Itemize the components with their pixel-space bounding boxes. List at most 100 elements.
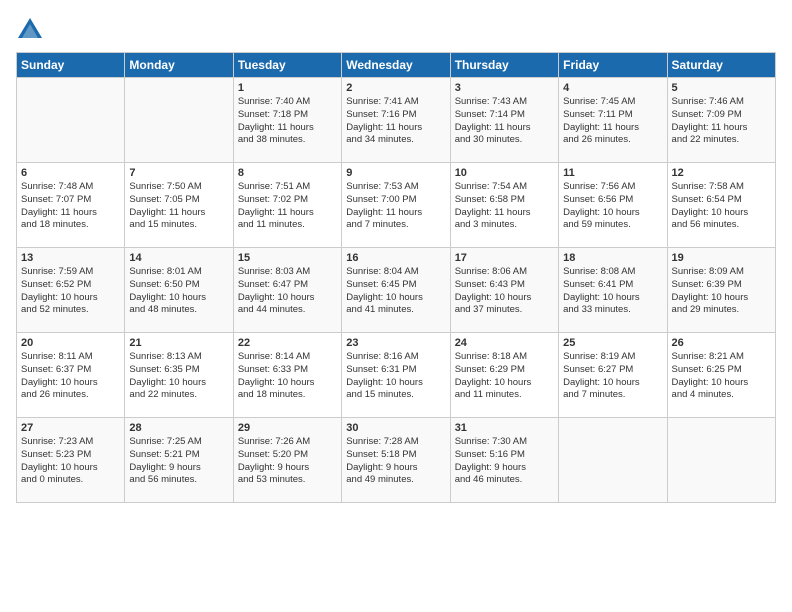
calendar-cell: 3Sunrise: 7:43 AM Sunset: 7:14 PM Daylig… [450,78,558,163]
weekday-header: Thursday [450,53,558,78]
day-info: Sunrise: 7:46 AM Sunset: 7:09 PM Dayligh… [672,96,771,147]
calendar-cell: 25 Sunrise: 8:19 AM Sunset: 6:27 PM Dayli… [559,333,667,418]
calendar-cell: 22Sunrise: 8:14 AM Sunset: 6:33 PM Dayli… [233,333,341,418]
day-number: 30 [346,422,445,434]
weekday-header: Sunday [17,53,125,78]
day-number: 22 [238,337,337,349]
day-number: 26 [672,337,771,349]
calendar-cell [125,78,233,163]
calendar-cell: 14 Sunrise: 8:01 AM Sunset: 6:50 PM Dayli… [125,248,233,333]
day-number: 15 [238,252,337,264]
calendar-week-row: 27 Sunrise: 7:23 AM Sunset: 5:23 PM Dayli… [17,418,776,503]
day-info: Sunrise: 8:08 AM Sunset: 6:41 PM Dayligh… [563,266,662,317]
calendar-cell: 27 Sunrise: 7:23 AM Sunset: 5:23 PM Dayli… [17,418,125,503]
day-number: 27 [21,422,120,434]
calendar-body: 1 Sunrise: 7:40 AM Sunset: 7:18 PM Daylig… [17,78,776,503]
day-number: 8 [238,167,337,179]
day-number: 4 [563,82,662,94]
day-info: Sunrise: 8:21 AM Sunset: 6:25 PM Dayligh… [672,351,771,402]
day-info: Sunrise: 7:51 AM Sunset: 7:02 PM Dayligh… [238,181,337,232]
day-info: Sunrise: 7:40 AM Sunset: 7:18 PM Dayligh… [238,96,337,147]
calendar-cell: 17 Sunrise: 8:06 AM Sunset: 6:43 PM Dayli… [450,248,558,333]
day-info: Sunrise: 7:26 AM Sunset: 5:20 PM Dayligh… [238,436,337,487]
day-info: Sunrise: 7:23 AM Sunset: 5:23 PM Dayligh… [21,436,120,487]
logo [16,16,48,44]
day-number: 29 [238,422,337,434]
calendar-cell: 21Sunrise: 8:13 AM Sunset: 6:35 PM Dayli… [125,333,233,418]
calendar-cell: 28 Sunrise: 7:25 AM Sunset: 5:21 PM Dayli… [125,418,233,503]
day-info: Sunrise: 7:58 AM Sunset: 6:54 PM Dayligh… [672,181,771,232]
day-number: 5 [672,82,771,94]
day-info: Sunrise: 8:03 AM Sunset: 6:47 PM Dayligh… [238,266,337,317]
day-number: 10 [455,167,554,179]
day-number: 20 [21,337,120,349]
calendar-cell: 20 Sunrise: 8:11 AM Sunset: 6:37 PM Dayli… [17,333,125,418]
day-number: 11 [563,167,662,179]
weekday-header: Friday [559,53,667,78]
day-number: 21 [129,337,228,349]
day-info: Sunrise: 7:53 AM Sunset: 7:00 PM Dayligh… [346,181,445,232]
day-info: Sunrise: 8:09 AM Sunset: 6:39 PM Dayligh… [672,266,771,317]
weekday-header: Monday [125,53,233,78]
calendar-week-row: 6 Sunrise: 7:48 AM Sunset: 7:07 PM Daylig… [17,163,776,248]
day-info: Sunrise: 7:43 AM Sunset: 7:14 PM Dayligh… [455,96,554,147]
day-number: 1 [238,82,337,94]
calendar-cell: 6 Sunrise: 7:48 AM Sunset: 7:07 PM Daylig… [17,163,125,248]
day-info: Sunrise: 7:25 AM Sunset: 5:21 PM Dayligh… [129,436,228,487]
day-number: 23 [346,337,445,349]
day-info: Sunrise: 8:19 AM Sunset: 6:27 PM Dayligh… [563,351,662,402]
day-info: Sunrise: 8:16 AM Sunset: 6:31 PM Dayligh… [346,351,445,402]
day-info: Sunrise: 8:18 AM Sunset: 6:29 PM Dayligh… [455,351,554,402]
calendar-cell: 8 Sunrise: 7:51 AM Sunset: 7:02 PM Daylig… [233,163,341,248]
calendar-cell: 10 Sunrise: 7:54 AM Sunset: 6:58 PM Dayli… [450,163,558,248]
calendar-cell: 26 Sunrise: 8:21 AM Sunset: 6:25 PM Dayli… [667,333,775,418]
calendar-cell: 4Sunrise: 7:45 AM Sunset: 7:11 PM Daylig… [559,78,667,163]
page-header [16,16,776,44]
day-number: 12 [672,167,771,179]
day-number: 13 [21,252,120,264]
day-number: 9 [346,167,445,179]
day-info: Sunrise: 8:01 AM Sunset: 6:50 PM Dayligh… [129,266,228,317]
calendar-cell: 19Sunrise: 8:09 AM Sunset: 6:39 PM Dayli… [667,248,775,333]
calendar-cell: 5 Sunrise: 7:46 AM Sunset: 7:09 PM Daylig… [667,78,775,163]
weekday-row: SundayMondayTuesdayWednesdayThursdayFrid… [17,53,776,78]
day-number: 31 [455,422,554,434]
day-number: 28 [129,422,228,434]
day-number: 6 [21,167,120,179]
calendar-cell: 23 Sunrise: 8:16 AM Sunset: 6:31 PM Dayli… [342,333,450,418]
weekday-header: Wednesday [342,53,450,78]
calendar-cell: 13 Sunrise: 7:59 AM Sunset: 6:52 PM Dayli… [17,248,125,333]
calendar-cell: 30Sunrise: 7:28 AM Sunset: 5:18 PM Dayli… [342,418,450,503]
day-info: Sunrise: 7:48 AM Sunset: 7:07 PM Dayligh… [21,181,120,232]
day-number: 25 [563,337,662,349]
day-info: Sunrise: 7:30 AM Sunset: 5:16 PM Dayligh… [455,436,554,487]
day-info: Sunrise: 8:06 AM Sunset: 6:43 PM Dayligh… [455,266,554,317]
day-info: Sunrise: 7:50 AM Sunset: 7:05 PM Dayligh… [129,181,228,232]
day-number: 16 [346,252,445,264]
day-info: Sunrise: 7:41 AM Sunset: 7:16 PM Dayligh… [346,96,445,147]
logo-icon [16,16,44,44]
calendar-cell: 15 Sunrise: 8:03 AM Sunset: 6:47 PM Dayli… [233,248,341,333]
calendar-cell: 29 Sunrise: 7:26 AM Sunset: 5:20 PM Dayli… [233,418,341,503]
calendar-header: SundayMondayTuesdayWednesdayThursdayFrid… [17,53,776,78]
day-info: Sunrise: 8:11 AM Sunset: 6:37 PM Dayligh… [21,351,120,402]
day-number: 7 [129,167,228,179]
day-info: Sunrise: 8:04 AM Sunset: 6:45 PM Dayligh… [346,266,445,317]
calendar-cell: 2 Sunrise: 7:41 AM Sunset: 7:16 PM Daylig… [342,78,450,163]
day-number: 18 [563,252,662,264]
calendar-cell: 18 Sunrise: 8:08 AM Sunset: 6:41 PM Dayli… [559,248,667,333]
calendar-week-row: 13 Sunrise: 7:59 AM Sunset: 6:52 PM Dayli… [17,248,776,333]
calendar-cell: 1 Sunrise: 7:40 AM Sunset: 7:18 PM Daylig… [233,78,341,163]
day-info: Sunrise: 7:59 AM Sunset: 6:52 PM Dayligh… [21,266,120,317]
day-number: 2 [346,82,445,94]
day-info: Sunrise: 7:54 AM Sunset: 6:58 PM Dayligh… [455,181,554,232]
calendar-table: SundayMondayTuesdayWednesdayThursdayFrid… [16,52,776,503]
calendar-cell: 16 Sunrise: 8:04 AM Sunset: 6:45 PM Dayli… [342,248,450,333]
day-number: 17 [455,252,554,264]
calendar-cell [667,418,775,503]
calendar-cell: 9 Sunrise: 7:53 AM Sunset: 7:00 PM Daylig… [342,163,450,248]
calendar-week-row: 1 Sunrise: 7:40 AM Sunset: 7:18 PM Daylig… [17,78,776,163]
calendar-cell: 31 Sunrise: 7:30 AM Sunset: 5:16 PM Dayli… [450,418,558,503]
day-number: 14 [129,252,228,264]
calendar-cell: 7 Sunrise: 7:50 AM Sunset: 7:05 PM Daylig… [125,163,233,248]
